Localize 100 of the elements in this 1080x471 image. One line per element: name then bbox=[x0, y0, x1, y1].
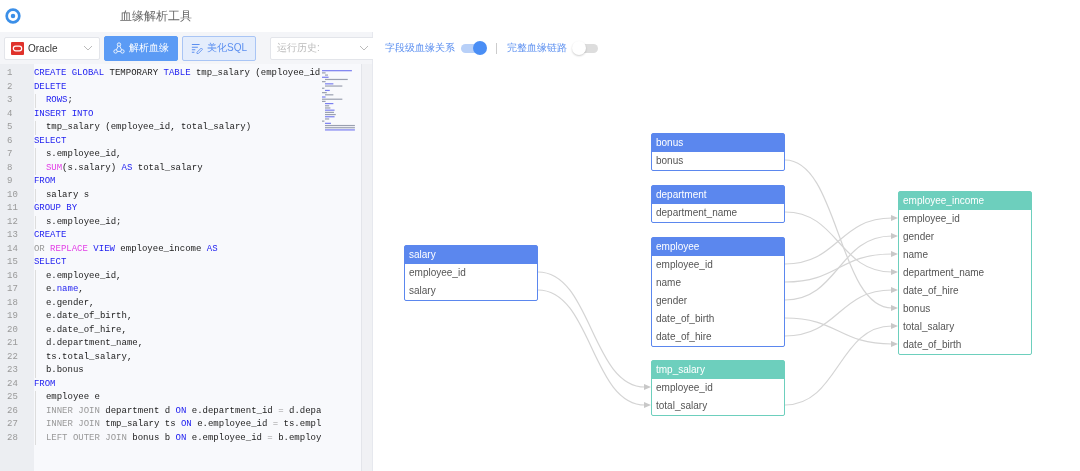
toggle-switch[interactable] bbox=[573, 43, 598, 53]
line-number: 18 bbox=[6, 296, 19, 310]
format-icon bbox=[191, 42, 203, 54]
line-number: 20 bbox=[6, 323, 19, 337]
table-field: department_name bbox=[656, 207, 738, 218]
line-number: 27 bbox=[6, 418, 19, 431]
code-line: CREATE bbox=[33, 229, 67, 242]
toggle-switch[interactable] bbox=[461, 43, 486, 53]
table-field: employee_id bbox=[903, 213, 960, 224]
line-number: 25 bbox=[6, 391, 19, 404]
code-line: CREATE GLOBAL TEMPORARY TABLE tmp_salary (employee_id bbox=[33, 67, 321, 80]
code-line: INNER JOIN tmp_salary ts ON e.employee_id = ts.empl bbox=[34, 418, 322, 432]
code-line: ROWS; bbox=[34, 94, 73, 108]
line-number: 15 bbox=[6, 256, 19, 269]
code-line: INNER JOIN department d ON e.department_id = d.depa bbox=[34, 404, 322, 418]
line-number: 17 bbox=[6, 283, 19, 296]
line-number: 21 bbox=[6, 337, 19, 350]
table-field: employee_id bbox=[656, 259, 713, 270]
table-name: salary bbox=[409, 249, 436, 260]
line-number: 16 bbox=[6, 269, 19, 283]
line-number: 24 bbox=[6, 377, 19, 391]
code-line: ts.total_salary, bbox=[34, 350, 133, 364]
code-editor[interactable] bbox=[0, 64, 372, 471]
code-line: d.department_name, bbox=[34, 337, 144, 351]
line-number: 14 bbox=[6, 242, 19, 256]
table-field: bonus bbox=[656, 155, 684, 166]
table-field: gender bbox=[903, 231, 935, 242]
chevron-down-icon bbox=[359, 45, 369, 51]
table-field: date_of_birth bbox=[903, 339, 962, 350]
database-icon bbox=[11, 41, 24, 55]
logo-icon bbox=[4, 7, 22, 25]
table-card[interactable]: employee employee_id name gender date_of_birth date_of_hire bbox=[651, 237, 785, 347]
line-number: 23 bbox=[6, 364, 19, 377]
table-field: name bbox=[656, 277, 681, 288]
code-line: s.employee_id; bbox=[34, 215, 122, 229]
table-name: employee_income bbox=[903, 195, 985, 206]
code-line: b.bonus bbox=[34, 364, 84, 378]
table-field: date_of_birth bbox=[656, 313, 715, 324]
line-number: 1 bbox=[6, 67, 14, 80]
line-number: 13 bbox=[6, 229, 19, 242]
table-card[interactable]: department department_name bbox=[651, 185, 785, 223]
app-title: 血缘解析工具 bbox=[120, 7, 192, 25]
table-card[interactable]: bonus bonus bbox=[651, 133, 785, 171]
option-label: 字段级血缘关系 bbox=[385, 41, 455, 55]
table-field: name bbox=[903, 249, 928, 260]
code-line: OR REPLACE VIEW employee_income AS bbox=[33, 242, 218, 256]
code-line: SUM(s.salary) AS total_salary bbox=[34, 161, 203, 175]
line-number: 22 bbox=[6, 350, 19, 364]
code-line: salary s bbox=[34, 188, 90, 202]
code-line: INSERT INTO bbox=[33, 107, 94, 121]
code-line: s.employee_id, bbox=[34, 148, 122, 162]
table-field: department_name bbox=[903, 267, 985, 278]
line-number: 7 bbox=[6, 148, 14, 161]
line-number: 26 bbox=[6, 404, 19, 418]
dialect-value: Oracle bbox=[28, 42, 59, 54]
table-field: employee_id bbox=[409, 267, 466, 278]
scrollbar[interactable] bbox=[361, 64, 372, 471]
table-card[interactable]: employee_income employee_id gender name department_name date_of_hire bonus total_salary date_of_birth bbox=[898, 191, 1032, 355]
line-number: 2 bbox=[6, 80, 14, 94]
code-line: e.date_of_birth, bbox=[34, 310, 133, 324]
code-line: tmp_salary (employee_id, total_salary) bbox=[34, 121, 252, 135]
table-field: employee_id bbox=[656, 382, 713, 393]
option-label: 完整血缘链路 bbox=[507, 41, 567, 55]
line-number: 8 bbox=[6, 161, 14, 175]
table-field: salary bbox=[409, 285, 436, 296]
line-number: 10 bbox=[6, 188, 19, 202]
table-name: bonus bbox=[656, 137, 684, 148]
line-number: 4 bbox=[6, 107, 14, 121]
table-card[interactable]: tmp_salary employee_id total_salary bbox=[651, 360, 785, 416]
line-number: 12 bbox=[6, 215, 19, 229]
line-number: 6 bbox=[6, 134, 14, 148]
table-field: total_salary bbox=[903, 321, 955, 332]
dialect-select[interactable]: Oracle bbox=[4, 36, 100, 60]
table-field: bonus bbox=[903, 303, 931, 314]
table-field: date_of_hire bbox=[656, 331, 712, 342]
table-field: gender bbox=[656, 295, 688, 306]
code-line: e.employee_id, bbox=[34, 269, 122, 283]
table-name: tmp_salary bbox=[656, 364, 705, 375]
table-field: total_salary bbox=[656, 400, 708, 411]
table-field: date_of_hire bbox=[903, 285, 959, 296]
line-number: 9 bbox=[6, 175, 14, 188]
code-line: e.name, bbox=[34, 283, 84, 297]
code-line: e.date_of_hire, bbox=[34, 323, 127, 337]
line-number: 3 bbox=[6, 94, 14, 107]
network-icon bbox=[113, 42, 125, 54]
code-line: GROUP BY bbox=[33, 202, 78, 215]
code-line: FROM bbox=[33, 175, 56, 188]
table-name: department bbox=[656, 189, 707, 200]
table-card[interactable]: salary employee_id salary bbox=[404, 245, 538, 301]
code-line: FROM bbox=[33, 377, 56, 391]
line-number: 28 bbox=[6, 431, 19, 445]
line-number: 5 bbox=[6, 121, 14, 134]
code-line: DELETE bbox=[33, 80, 67, 94]
chevron-down-icon bbox=[83, 45, 93, 51]
code-line: e.gender, bbox=[34, 296, 95, 310]
line-number: 19 bbox=[6, 310, 19, 323]
code-line: employee e bbox=[34, 391, 100, 405]
line-number: 11 bbox=[6, 202, 19, 215]
code-line: SELECT bbox=[33, 134, 67, 148]
code-line: SELECT bbox=[33, 256, 67, 269]
